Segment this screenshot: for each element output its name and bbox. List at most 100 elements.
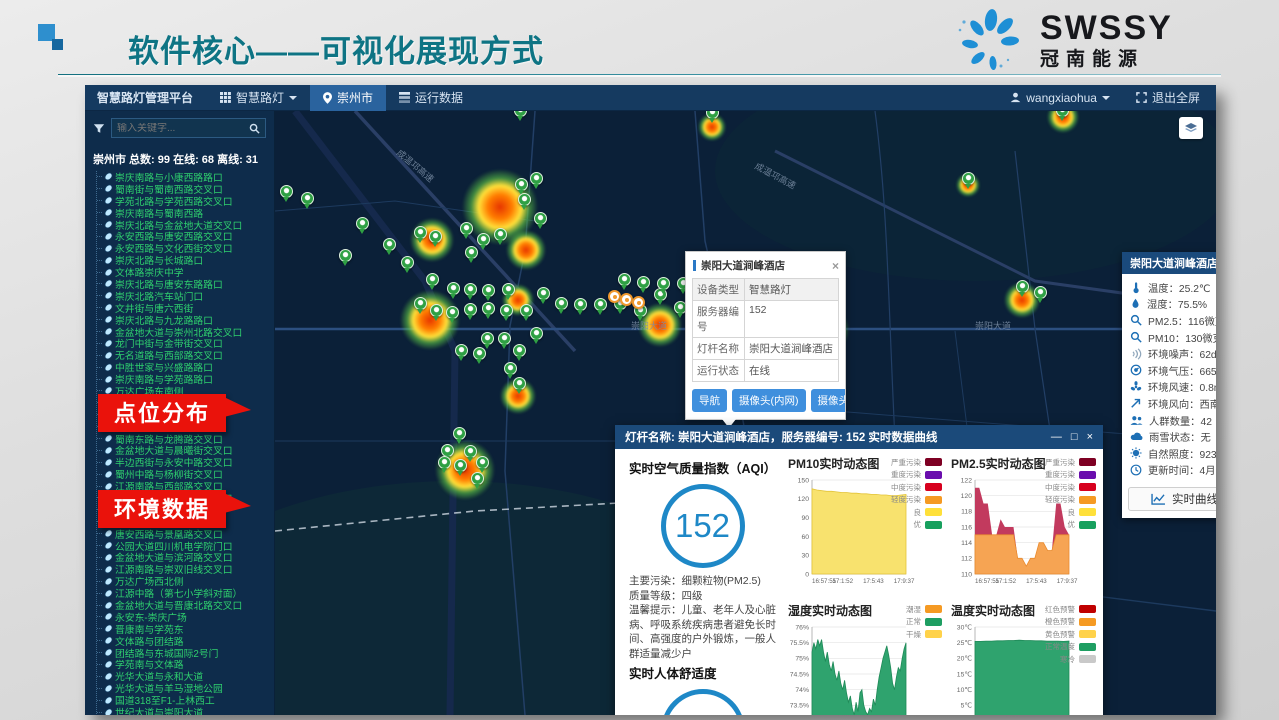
- svg-text:17:9:37: 17:9:37: [894, 578, 915, 585]
- map-pin[interactable]: [464, 283, 477, 296]
- svg-text:150: 150: [798, 477, 810, 484]
- map-pin[interactable]: [518, 193, 531, 206]
- map-pin[interactable]: [502, 283, 515, 296]
- user-menu[interactable]: wangxiaohua: [997, 85, 1123, 111]
- map-pin[interactable]: [637, 276, 650, 289]
- legend-swatch: [1079, 605, 1096, 613]
- map-canvas[interactable]: 成温邛高速成温邛高速崇阳大道崇阳大道崇阳大道G4202 崇阳大道涧峰酒店 × 设…: [275, 111, 1216, 715]
- map-pin[interactable]: [473, 347, 486, 360]
- map-pin[interactable]: [280, 185, 293, 198]
- map-pin[interactable]: [513, 344, 526, 357]
- svg-text:116: 116: [961, 524, 972, 531]
- map-pin[interactable]: [454, 459, 467, 472]
- map-pin[interactable]: [504, 362, 517, 375]
- map-pin[interactable]: [520, 304, 533, 317]
- lamp-node-icon: [104, 351, 113, 359]
- popup-close-icon[interactable]: ×: [832, 261, 839, 271]
- search-icon[interactable]: [249, 123, 260, 134]
- map-pin[interactable]: [1016, 280, 1029, 293]
- map-pin[interactable]: [1034, 286, 1047, 299]
- nav-items: 智慧路灯崇州市运行数据: [207, 85, 476, 111]
- map-pin[interactable]: [618, 273, 631, 286]
- minimize-icon[interactable]: —: [1051, 431, 1062, 443]
- map-pin[interactable]: [555, 297, 568, 310]
- map-pin[interactable]: [498, 332, 511, 345]
- tree-items: 崇庆南路与小康西路路口蜀南街与蜀南西路交叉口学苑北路与学苑西路交叉口崇庆南路与蜀…: [96, 171, 274, 715]
- tree-item[interactable]: 世纪大道与崇阳大道: [97, 706, 274, 715]
- map-pin[interactable]: [429, 230, 442, 243]
- comfort-value-circle: 82: [661, 689, 745, 715]
- map-pin[interactable]: [482, 302, 495, 315]
- app-brand: 智慧路灯管理平台: [85, 89, 207, 106]
- lamp-node-icon: [104, 256, 113, 264]
- map-pin[interactable]: [515, 178, 528, 191]
- map-pin[interactable]: [574, 298, 587, 311]
- map-pin[interactable]: [513, 377, 526, 390]
- tree-root-summary[interactable]: 崇州市 总数: 99 在线: 68 离线: 31: [91, 148, 274, 171]
- nav-item-运行数据[interactable]: 运行数据: [386, 85, 476, 111]
- fullscreen-icon: [1136, 92, 1147, 103]
- realtime-panel-title: 灯杆名称: 崇阳大道涧峰酒店，服务器编号: 152 实时数据曲线: [625, 429, 937, 445]
- map-pin[interactable]: [494, 228, 507, 241]
- legend-swatch: [925, 471, 942, 479]
- map-pin[interactable]: [401, 256, 414, 269]
- map-pin[interactable]: [465, 246, 478, 259]
- map-pin[interactable]: [481, 332, 494, 345]
- map-pin[interactable]: [414, 226, 427, 239]
- svg-text:60: 60: [801, 534, 809, 541]
- legend-swatch: [1079, 458, 1096, 466]
- popup-button-2[interactable]: 摄像头(外网): [811, 389, 846, 412]
- map-pin[interactable]: [460, 222, 473, 235]
- map-pin[interactable]: [594, 298, 607, 311]
- exit-fullscreen-button[interactable]: 退出全屏: [1123, 85, 1216, 111]
- legend-swatch: [1079, 655, 1096, 663]
- map-pin[interactable]: [339, 249, 352, 262]
- map-pin[interactable]: [464, 303, 477, 316]
- map-pin[interactable]: [447, 282, 460, 295]
- noise-icon: [1130, 348, 1142, 360]
- map-pin[interactable]: [446, 306, 459, 319]
- map-pin[interactable]: [356, 217, 369, 230]
- map-pin[interactable]: [471, 472, 484, 485]
- map-pin[interactable]: [430, 304, 443, 317]
- map-pin[interactable]: [534, 212, 547, 225]
- map-pin[interactable]: [301, 192, 314, 205]
- map-pin[interactable]: [438, 456, 451, 469]
- search-input[interactable]: [117, 123, 249, 134]
- filter-icon[interactable]: [93, 122, 105, 135]
- popup-button-0[interactable]: 导航: [692, 389, 727, 412]
- restore-icon[interactable]: □: [1071, 431, 1078, 443]
- close-icon[interactable]: ×: [1087, 431, 1093, 443]
- nav-item-智慧路灯[interactable]: 智慧路灯: [207, 85, 310, 111]
- lamp-node-icon: [104, 541, 113, 549]
- map-pin[interactable]: [530, 172, 543, 185]
- map-pin[interactable]: [455, 344, 468, 357]
- map-pin[interactable]: [500, 304, 513, 317]
- road-label: 崇阳大道: [975, 319, 1011, 332]
- popup-button-1[interactable]: 摄像头(内网): [732, 389, 806, 412]
- company-logo: SWSSY 冠南能源: [952, 8, 1173, 74]
- map-pin[interactable]: [530, 327, 543, 340]
- window-controls: — □ ×: [1051, 431, 1093, 443]
- map-pin[interactable]: [962, 172, 975, 185]
- map-pin[interactable]: [657, 277, 670, 290]
- map-pin[interactable]: [537, 287, 550, 300]
- map-cluster-pin[interactable]: [608, 290, 621, 303]
- lamp-node-icon: [104, 672, 113, 680]
- map-pin[interactable]: [426, 273, 439, 286]
- map-pin[interactable]: [476, 456, 489, 469]
- realtime-curve-button[interactable]: 实时曲线数据: [1128, 487, 1216, 511]
- svg-text:17:1:52: 17:1:52: [995, 578, 1016, 585]
- map-pin[interactable]: [453, 427, 466, 440]
- map-pin[interactable]: [464, 445, 477, 458]
- nav-item-崇州市[interactable]: 崇州市: [310, 85, 386, 111]
- map-pin[interactable]: [482, 284, 495, 297]
- callout-label: 点位分布: [114, 401, 210, 426]
- map-pin[interactable]: [414, 297, 427, 310]
- map-cluster-pin[interactable]: [632, 296, 645, 309]
- layers-button[interactable]: [1179, 117, 1203, 139]
- map-pin[interactable]: [477, 233, 490, 246]
- map-pin[interactable]: [383, 238, 396, 251]
- legend-swatch: [925, 508, 942, 516]
- map-cluster-pin[interactable]: [620, 293, 633, 306]
